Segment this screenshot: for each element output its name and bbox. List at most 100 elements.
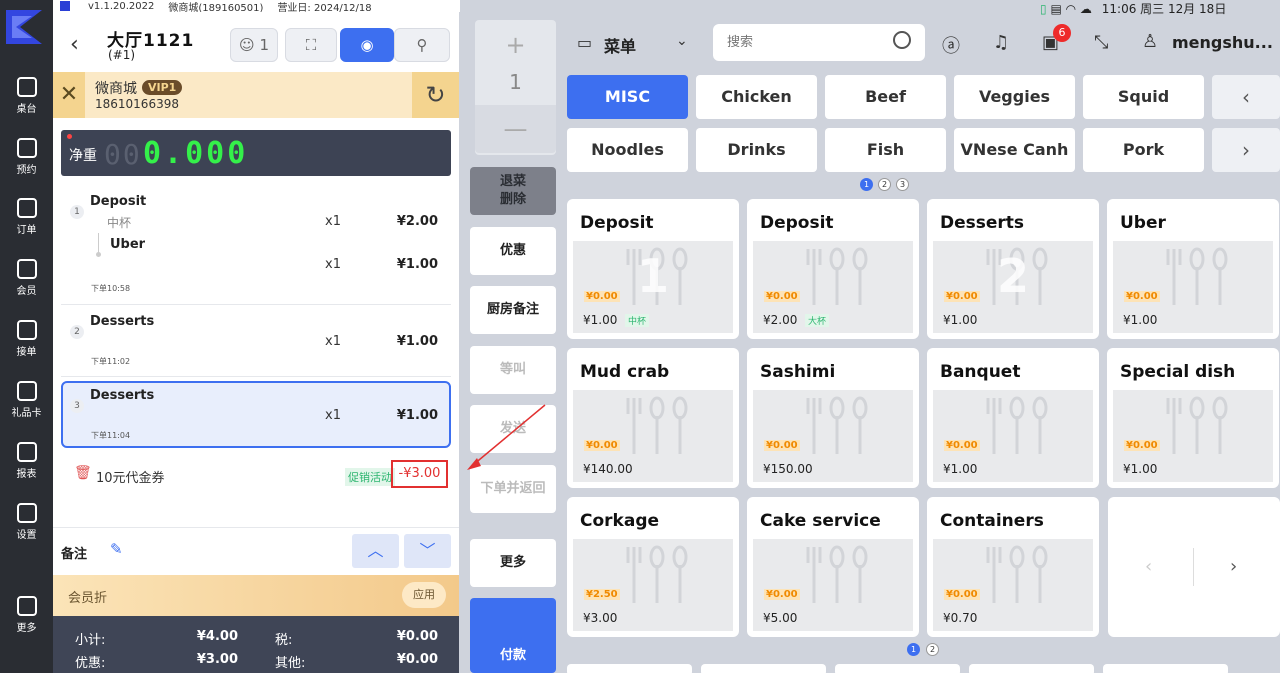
chevron-down-icon[interactable]: ⌄ xyxy=(676,33,688,49)
coupon-label: 10元代金券 xyxy=(96,471,165,486)
sub-item-price: ¥1.00 xyxy=(396,257,438,272)
category-tab-0[interactable]: MISC xyxy=(567,75,688,119)
nav-item-label: 更多 xyxy=(16,623,37,634)
nav-item-4[interactable]: 接单 xyxy=(0,320,53,358)
dine-in-button[interactable]: ◉ xyxy=(340,28,394,62)
delete-item-button[interactable]: 退菜 删除 xyxy=(470,167,556,215)
nav-item-2[interactable]: 订单 xyxy=(0,198,53,236)
product-page-dot[interactable]: 2 xyxy=(926,643,939,656)
nav-item-8[interactable]: 更多 xyxy=(0,596,53,634)
product-card[interactable]: 2 Desserts ¥0.00 ¥1.00 xyxy=(927,199,1099,339)
next-page-button[interactable]: › xyxy=(1230,556,1237,577)
guests-button[interactable]: ☺ 1 xyxy=(230,28,278,62)
member-price-tag: ¥0.00 xyxy=(1124,291,1160,302)
other-value: ¥0.00 xyxy=(396,652,438,667)
menu-selector[interactable]: 菜单 xyxy=(604,33,636,57)
edit-icon[interactable]: ✎ xyxy=(110,540,123,558)
category-tab-6[interactable]: Drinks xyxy=(696,128,817,172)
category-tab-1[interactable]: Chicken xyxy=(696,75,817,119)
item-name[interactable]: Desserts xyxy=(90,388,154,403)
sub-item-name[interactable]: Uber xyxy=(110,237,145,252)
next-row-card xyxy=(1103,664,1228,673)
item-name[interactable]: Desserts xyxy=(90,314,154,329)
member-icon xyxy=(16,259,37,279)
next-row-card xyxy=(701,664,826,673)
translate-icon[interactable]: ⓐ xyxy=(942,32,960,58)
nav-item-7[interactable]: 设置 xyxy=(0,503,53,541)
member-price-tag: ¥0.00 xyxy=(944,440,980,451)
promo-button[interactable]: 优惠 xyxy=(470,227,556,275)
nav-item-0[interactable]: 桌台 xyxy=(0,77,53,115)
user-name[interactable]: mengshu... xyxy=(1172,33,1273,52)
product-name: Deposit xyxy=(760,213,834,233)
refresh-member-button[interactable]: ↻ xyxy=(412,72,459,118)
person-icon: ☺ xyxy=(239,36,255,54)
member-price-tag: ¥0.00 xyxy=(944,291,980,302)
nav-item-6[interactable]: 报表 xyxy=(0,442,53,480)
delivery-button[interactable]: ⚲ xyxy=(394,28,450,62)
collapse-icon[interactable]: ⤡ xyxy=(1094,32,1108,53)
product-name: Mud crab xyxy=(580,362,670,382)
nav-item-5[interactable]: 礼品卡 xyxy=(0,381,53,419)
product-card[interactable]: Corkage ¥2.50 ¥3.00 xyxy=(567,497,739,637)
category-tab-8[interactable]: VNese Canh xyxy=(954,128,1075,172)
product-page-dot[interactable]: 1 xyxy=(907,643,920,656)
plus-button[interactable]: + xyxy=(475,23,556,67)
nav-item-1[interactable]: 预约 xyxy=(0,138,53,176)
cutlery-icon xyxy=(806,396,868,454)
member-phone: 18610166398 xyxy=(95,97,179,111)
category-tab-3[interactable]: Veggies xyxy=(954,75,1075,119)
product-card[interactable]: Banquet ¥0.00 ¥1.00 xyxy=(927,348,1099,488)
product-price: ¥1.00 xyxy=(583,313,618,327)
remove-member-button[interactable]: ✕ xyxy=(53,72,85,118)
item-qty: x1 xyxy=(325,214,341,229)
category-tab-4[interactable]: Squid xyxy=(1083,75,1204,119)
category-tab-5[interactable]: Noodles xyxy=(567,128,688,172)
product-price: ¥1.00 xyxy=(943,462,978,476)
category-tab-7[interactable]: Fish xyxy=(825,128,946,172)
vip-badge: VIP1 xyxy=(142,80,183,95)
category-page-dot[interactable]: 3 xyxy=(896,178,909,191)
apply-discount-button[interactable]: 应用 xyxy=(402,582,446,608)
product-card[interactable]: Containers ¥0.00 ¥0.70 xyxy=(927,497,1099,637)
more-icon xyxy=(16,596,37,616)
product-card[interactable]: Mud crab ¥0.00 ¥140.00 xyxy=(567,348,739,488)
item-name[interactable]: Deposit xyxy=(90,194,146,209)
product-card[interactable]: Cake service ¥0.00 ¥5.00 xyxy=(747,497,919,637)
subtotal-value: ¥4.00 xyxy=(196,629,238,644)
product-card[interactable]: 1 Deposit ¥0.00 ¥1.00 中杯 xyxy=(567,199,739,339)
category-next-button[interactable]: › xyxy=(1212,128,1280,172)
other-label: 其他: xyxy=(275,656,306,671)
member-price-tag: ¥0.00 xyxy=(584,291,620,302)
bell-icon[interactable]: ♫ xyxy=(993,32,1009,53)
category-tab-9[interactable]: Pork xyxy=(1083,128,1204,172)
product-card[interactable]: Special dish ¥0.00 ¥1.00 xyxy=(1107,348,1279,488)
product-card[interactable]: Deposit ¥0.00 ¥2.00 大杯 xyxy=(747,199,919,339)
kitchen-note-button[interactable]: 厨房备注 xyxy=(470,286,556,334)
member-price-tag: ¥0.00 xyxy=(764,291,800,302)
item-time: 下单10:58 xyxy=(91,284,131,293)
gift-card-icon xyxy=(16,381,37,401)
scroll-down-button[interactable]: ﹀ xyxy=(404,534,451,568)
product-card[interactable]: Uber ¥0.00 ¥1.00 xyxy=(1107,199,1279,339)
category-page-dot[interactable]: 1 xyxy=(860,178,873,191)
nav-item-3[interactable]: 会员 xyxy=(0,259,53,297)
search-icon[interactable] xyxy=(893,31,911,49)
product-card[interactable]: Sashimi ¥0.00 ¥150.00 xyxy=(747,348,919,488)
cutlery-icon xyxy=(626,396,688,454)
trash-icon[interactable]: 🗑 xyxy=(74,465,92,481)
wait-call-button[interactable]: 等叫 xyxy=(470,346,556,394)
more-button[interactable]: 更多 xyxy=(470,539,556,587)
prev-page-button[interactable]: ‹ xyxy=(1145,556,1152,577)
minus-button[interactable]: — xyxy=(475,107,556,151)
table-number: (#1) xyxy=(108,48,136,62)
back-button[interactable]: ‹ xyxy=(70,32,79,57)
category-page-dot[interactable]: 2 xyxy=(878,178,891,191)
category-prev-button[interactable]: ‹ xyxy=(1212,75,1280,119)
member-price-tag: ¥0.00 xyxy=(764,440,800,451)
category-tab-2[interactable]: Beef xyxy=(825,75,946,119)
scroll-up-button[interactable]: ︿ xyxy=(352,534,399,568)
takeout-button[interactable]: ⛶ xyxy=(285,28,337,62)
pay-button[interactable]: 付款 xyxy=(470,598,556,673)
cloud-icon: ☁ xyxy=(1079,2,1092,16)
